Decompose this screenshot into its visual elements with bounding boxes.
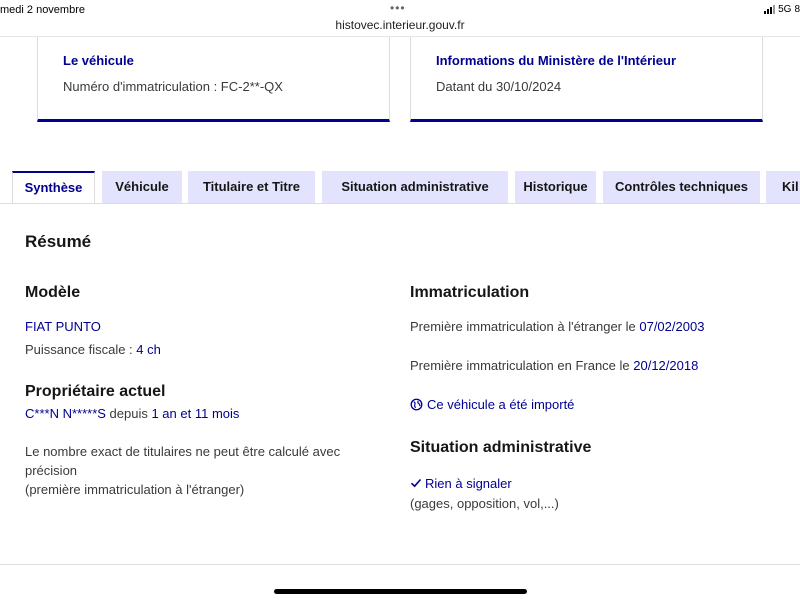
ministry-card: Informations du Ministère de l'Intérieur… xyxy=(410,37,763,122)
battery-label: 8 xyxy=(794,4,800,15)
france-registration: Première immatriculation en France le 20… xyxy=(410,356,698,375)
network-label: 5G xyxy=(778,4,792,15)
registration-heading: Immatriculation xyxy=(410,284,530,301)
fiscal-power-value: 4 ch xyxy=(136,342,161,357)
admin-status-label: Rien à signaler xyxy=(425,476,512,491)
owners-note-line: (première immatriculation à l'étranger) xyxy=(25,482,245,497)
check-icon xyxy=(410,478,422,488)
fiscal-power-label: Puissance fiscale : xyxy=(25,342,137,357)
status-indicators: 5G 8 xyxy=(764,4,800,15)
foreign-registration: Première immatriculation à l'étranger le… xyxy=(410,317,704,336)
tab-bar: Synthèse Véhicule Titulaire et Titre Sit… xyxy=(12,171,800,205)
synthese-panel: Résumé Modèle FIAT PUNTO Puissance fisca… xyxy=(0,203,800,565)
tab-vehicule[interactable]: Véhicule xyxy=(102,171,182,203)
owner-info: C***N N*****S depuis 1 an et 11 mois xyxy=(25,404,239,423)
status-date: medi 2 novembre xyxy=(0,4,85,16)
imported-link[interactable]: Ce véhicule a été importé xyxy=(410,395,574,414)
foreign-registration-label: Première immatriculation à l'étranger le xyxy=(410,319,640,334)
vehicle-card: Le véhicule Numéro d'immatriculation : F… xyxy=(37,37,390,122)
france-registration-date: 20/12/2018 xyxy=(633,358,699,373)
tab-controles-techniques[interactable]: Contrôles techniques xyxy=(603,171,760,203)
tab-historique[interactable]: Historique xyxy=(515,171,596,203)
model-name: FIAT PUNTO xyxy=(25,319,101,334)
tab-kilometrage[interactable]: Kil xyxy=(766,171,800,203)
admin-heading: Situation administrative xyxy=(410,439,592,456)
owner-name: C***N N*****S xyxy=(25,406,106,421)
model-heading: Modèle xyxy=(25,284,81,301)
home-indicator[interactable] xyxy=(274,589,527,594)
imported-link-label[interactable]: Ce véhicule a été importé xyxy=(427,397,574,412)
admin-status: Rien à signaler xyxy=(410,474,512,493)
france-registration-label: Première immatriculation en France le xyxy=(410,358,634,373)
fiscal-power: Puissance fiscale : 4 ch xyxy=(25,340,161,359)
address-bar-url[interactable]: histovec.interieur.gouv.fr xyxy=(0,18,800,32)
owners-note: Le nombre exact de titulaires ne peut êt… xyxy=(25,442,385,499)
tab-situation-administrative[interactable]: Situation administrative xyxy=(322,171,508,203)
owner-heading: Propriétaire actuel xyxy=(25,383,166,400)
owner-since-value: 1 an et 11 mois xyxy=(151,406,240,421)
owners-note-line: Le nombre exact de titulaires ne peut êt… xyxy=(25,444,341,459)
data-date: Datant du 30/10/2024 xyxy=(436,79,562,94)
globe-icon xyxy=(410,398,423,411)
tab-synthese[interactable]: Synthèse xyxy=(12,171,95,205)
vehicle-card-title: Le véhicule xyxy=(63,53,134,68)
status-bar: medi 2 novembre ••• histovec.interieur.g… xyxy=(0,0,800,36)
foreign-registration-date: 07/02/2003 xyxy=(639,319,705,334)
summary-title: Résumé xyxy=(25,232,92,251)
tab-titulaire-titre[interactable]: Titulaire et Titre xyxy=(188,171,315,203)
owners-note-line: précision xyxy=(25,463,78,478)
registration-number: Numéro d'immatriculation : FC-2**-QX xyxy=(63,79,283,94)
more-dots-icon[interactable]: ••• xyxy=(390,1,406,15)
signal-icon xyxy=(764,5,776,14)
admin-details: (gages, opposition, vol,...) xyxy=(410,496,559,511)
owner-since-label: depuis xyxy=(105,406,152,421)
ministry-card-title: Informations du Ministère de l'Intérieur xyxy=(436,53,677,68)
